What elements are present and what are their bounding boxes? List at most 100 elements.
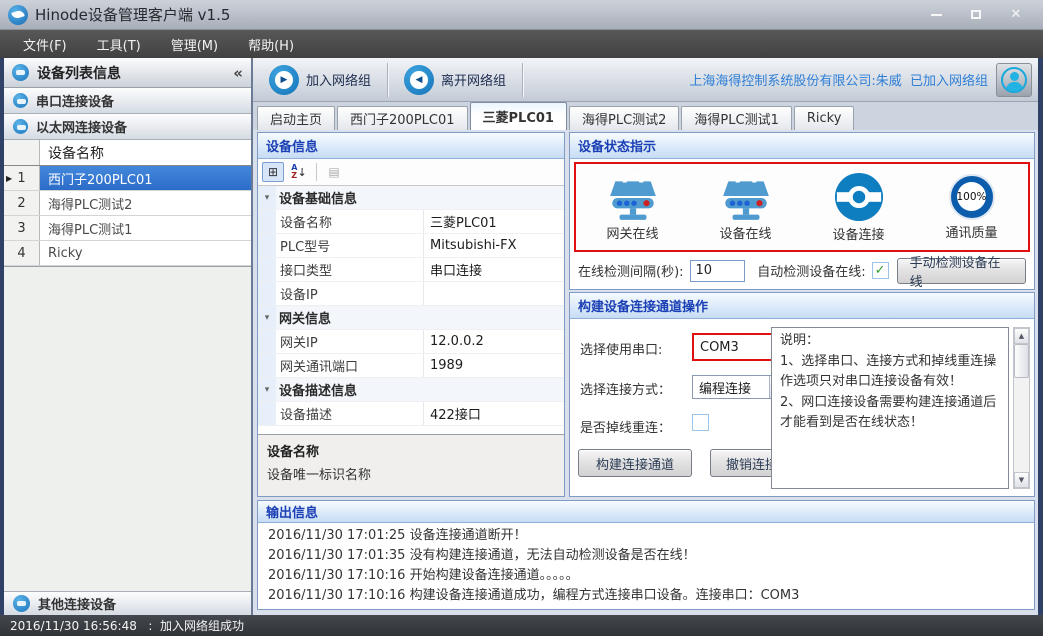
menu-file[interactable]: 文件(F) (10, 31, 80, 58)
table-row[interactable]: 4 Ricky (4, 241, 251, 266)
tab-hite-plc-test2[interactable]: 海得PLC测试2 (569, 106, 679, 130)
property-row[interactable]: 网关通讯端口 1989 (258, 354, 564, 378)
serial-port-label: 选择使用串口: (580, 339, 662, 358)
collapse-sidebar-button[interactable]: « (233, 64, 243, 82)
close-button[interactable]: ✕ (1003, 6, 1029, 24)
sidebar-section-serial[interactable]: 串口连接设备 (4, 88, 251, 114)
leave-network-button[interactable]: ◀ 离开网络组 (394, 61, 516, 99)
comm-quality-donut-icon: 100% (949, 174, 995, 220)
user-status-text: 上海海得控制系统股份有限公司:朱威 已加入网络组 (689, 70, 988, 89)
user-avatar[interactable] (996, 63, 1032, 97)
person-icon (1001, 67, 1027, 93)
scroll-down-icon[interactable]: ▼ (1014, 472, 1029, 488)
tab-content: 设备信息 ⊞ AZ↓ ▤ ▾ 设备基础信息 (253, 130, 1038, 615)
app-logo-icon (8, 5, 28, 25)
sidebar-empty-area (4, 267, 251, 591)
device-online-icon (719, 173, 773, 221)
build-channel-panel: 构建设备连接通道操作 选择使用串口: COM3 ▼ 选择连接方式： 编程连接 ▼… (569, 292, 1035, 497)
titlebar: Hinode设备管理客户端 v1.5 ✕ (0, 0, 1043, 30)
table-row[interactable]: 2 海得PLC测试2 (4, 191, 251, 216)
property-row[interactable]: 设备名称 三菱PLC01 (258, 210, 564, 234)
menu-help[interactable]: 帮助(H) (235, 31, 307, 58)
tab-siemens200plc01[interactable]: 西门子200PLC01 (337, 106, 468, 130)
property-row[interactable]: 设备描述 422接口 (258, 402, 564, 426)
property-description-box: 设备名称 设备唯一标识名称 (258, 434, 564, 496)
current-row-marker-icon: ▶ (6, 174, 12, 183)
property-category[interactable]: ▾ 设备基础信息 (258, 186, 564, 210)
instructions-line: 2、网口连接设备需要构建连接通道后才能看到是否在线状态！ (780, 393, 1000, 434)
property-row[interactable]: 网关IP 12.0.0.2 (258, 330, 564, 354)
window-controls: ✕ (923, 6, 1035, 24)
property-grid-toolbar: ⊞ AZ↓ ▤ (258, 159, 564, 186)
alphabetical-sort-button[interactable]: AZ↓ (288, 162, 310, 182)
table-row[interactable]: 3 海得PLC测试1 (4, 216, 251, 241)
instructions-scrollbar[interactable]: ▲ ▼ (1013, 327, 1030, 489)
leave-network-icon: ◀ (404, 65, 434, 95)
categorized-view-button[interactable]: ⊞ (262, 162, 284, 182)
device-connected-indicator: 设备连接 (807, 172, 911, 243)
sidebar-header: 设备列表信息 « (4, 58, 251, 88)
log-line: 2016/11/30 17:10:16 开始构建设备连接通道。。。。。 (268, 566, 1024, 586)
tabbar: 启动主页 西门子200PLC01 三菱PLC01 海得PLC测试2 海得PLC测… (253, 102, 1038, 130)
device-online-indicator: 设备在线 (694, 173, 798, 242)
app-window: Hinode设备管理客户端 v1.5 ✕ 文件(F) 工具(T) 管理(M) 帮… (0, 0, 1043, 636)
property-row[interactable]: 接口类型 串口连接 (258, 258, 564, 282)
collapse-arrow-icon[interactable]: ▾ (258, 306, 276, 329)
manual-detect-button[interactable]: 手动检测设备在线 (897, 258, 1026, 284)
instructions-textbox: 说明： 1、选择串口、连接方式和掉线重连操作选项只对串口连接设备有效！ 2、网口… (771, 327, 1009, 489)
interval-input[interactable]: 10 (690, 260, 746, 282)
toolbar-separator (387, 63, 388, 97)
toolbar-separator (316, 163, 317, 181)
join-network-icon: ▶ (269, 65, 299, 95)
property-description-text: 设备唯一标识名称 (267, 464, 555, 483)
sidebar-title: 设备列表信息 (37, 63, 121, 83)
comm-quality-value: 100% (957, 182, 986, 211)
property-description-title: 设备名称 (267, 441, 555, 460)
auto-detect-checkbox[interactable]: ✓ (872, 262, 889, 279)
scrollbar-thumb[interactable] (1014, 344, 1029, 378)
tab-mitsubishi-plc01[interactable]: 三菱PLC01 (470, 102, 567, 130)
maximize-button[interactable] (963, 6, 989, 24)
tab-ricky[interactable]: Ricky (794, 106, 855, 130)
table-row[interactable]: ▶1 西门子200PLC01 (4, 166, 251, 191)
status-indicator-highlight-box: 网关在线 设备在线 (574, 162, 1030, 252)
statusbar: 2016/11/30 16:56:48 : 加入网络组成功 (0, 615, 1043, 636)
minimize-icon (931, 14, 942, 16)
device-list-sidebar: 设备列表信息 « 串口连接设备 以太网连接设备 设备名称 ▶1 西门子200PL… (4, 58, 253, 615)
property-category[interactable]: ▾ 网关信息 (258, 306, 564, 330)
tab-hite-plc-test1[interactable]: 海得PLC测试1 (681, 106, 791, 130)
device-list-icon (12, 64, 29, 81)
log-line: 2016/11/30 17:10:16 构建设备连接通道成功，编程方式连接串口设… (268, 586, 1024, 606)
gateway-online-indicator: 网关在线 (581, 173, 685, 242)
property-grid: ▾ 设备基础信息 设备名称 三菱PLC01 PLC型号 Mitsubishi-F… (258, 186, 564, 434)
property-row[interactable]: 设备IP (258, 282, 564, 306)
collapse-arrow-icon[interactable]: ▾ (258, 186, 276, 209)
tab-home[interactable]: 启动主页 (257, 106, 335, 130)
window-title: Hinode设备管理客户端 v1.5 (35, 4, 230, 25)
collapse-arrow-icon[interactable]: ▾ (258, 378, 276, 401)
instructions-line: 说明： (780, 331, 1000, 352)
connect-mode-label: 选择连接方式： (580, 379, 671, 398)
sidebar-section-ethernet[interactable]: 以太网连接设备 (4, 114, 251, 140)
build-channel-button[interactable]: 构建连接通道 (578, 449, 692, 477)
instructions-line: 1、选择串口、连接方式和掉线重连操作选项只对串口连接设备有效！ (780, 352, 1000, 393)
log-line: 2016/11/30 17:01:35 没有构建连接通道，无法自动检测设备是否在… (268, 546, 1024, 566)
main-area: ▶ 加入网络组 ◀ 离开网络组 上海海得控制系统股份有限公司:朱威 已加入网络组… (253, 58, 1038, 615)
other-device-icon (13, 595, 30, 612)
gateway-online-icon (606, 173, 660, 221)
menu-tools[interactable]: 工具(T) (84, 31, 154, 58)
maximize-icon (971, 10, 981, 19)
device-table-header: 设备名称 (4, 140, 251, 166)
menu-manage[interactable]: 管理(M) (158, 31, 231, 58)
property-row[interactable]: PLC型号 Mitsubishi-FX (258, 234, 564, 258)
property-pages-button: ▤ (323, 162, 345, 182)
minimize-button[interactable] (923, 6, 949, 24)
sidebar-section-other[interactable]: 其他连接设备 (4, 591, 251, 615)
interval-label: 在线检测间隔(秒): (578, 261, 684, 280)
scroll-up-icon[interactable]: ▲ (1014, 328, 1029, 344)
join-network-button[interactable]: ▶ 加入网络组 (259, 61, 381, 99)
device-status-panel: 设备状态指示 网关在线 (569, 132, 1035, 290)
reconnect-checkbox[interactable] (692, 414, 709, 431)
output-log: 2016/11/30 17:01:25 设备连接通道断开！ 2016/11/30… (258, 523, 1034, 609)
property-category[interactable]: ▾ 设备描述信息 (258, 378, 564, 402)
